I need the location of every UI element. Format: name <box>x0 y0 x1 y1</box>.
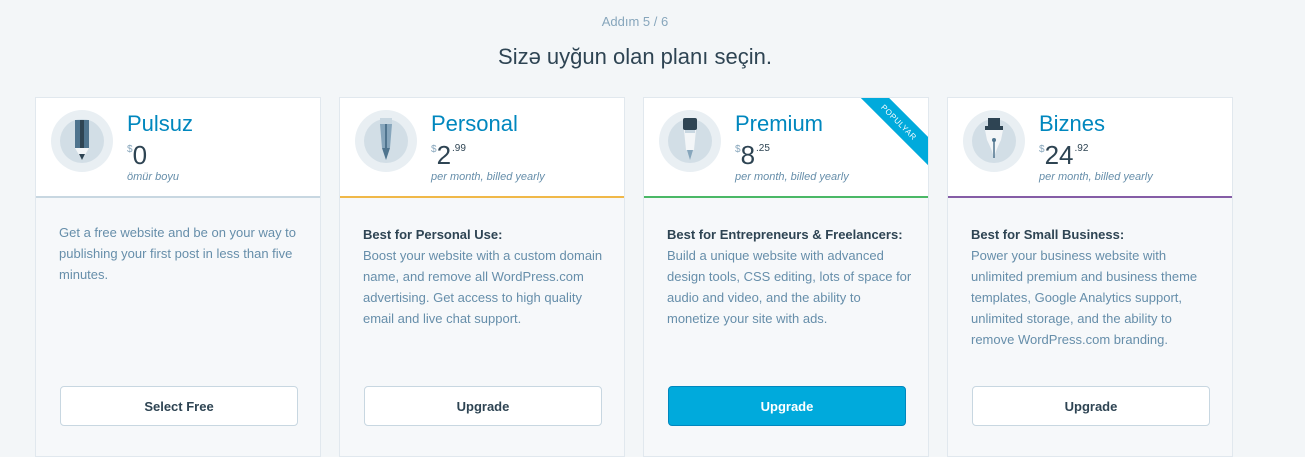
plan-period: per month, billed yearly <box>735 171 849 183</box>
plan-card-business: Biznes $24.92 per month, billed yearly B… <box>947 97 1233 457</box>
select-free-button[interactable]: Select Free <box>60 386 298 426</box>
plan-period: per month, billed yearly <box>431 171 545 183</box>
plan-name: Personal <box>431 111 518 136</box>
pencil-icon <box>51 110 113 172</box>
upgrade-business-button[interactable]: Upgrade <box>972 386 1210 426</box>
plan-description: Get a free website and be on your way to… <box>59 225 297 282</box>
plan-name: Biznes <box>1039 111 1106 136</box>
plan-card-personal: Personal $2.99 per month, billed yearly … <box>339 97 625 457</box>
plan-card-free: Pulsuz $0 ömür boyu Get a free website a… <box>35 97 321 457</box>
plan-description: Best for Small Business: Power your busi… <box>971 227 1198 347</box>
fountain-pen-icon <box>963 110 1025 172</box>
plan-card-premium: Premium $8.25 per month, billed yearly B… <box>643 97 929 457</box>
plan-header: Biznes $24.92 per month, billed yearly <box>948 98 1232 198</box>
upgrade-personal-button[interactable]: Upgrade <box>364 386 602 426</box>
pen-icon <box>355 110 417 172</box>
plan-description: Best for Entrepreneurs & Freelancers: Bu… <box>667 227 912 326</box>
plan-price: $0 <box>127 140 148 170</box>
plan-header: Personal $2.99 per month, billed yearly <box>340 98 624 198</box>
step-indicator: Addım 5 / 6 <box>601 14 669 29</box>
plan-description: Best for Personal Use: Boost your websit… <box>363 227 603 326</box>
marker-icon <box>659 110 721 172</box>
plan-price: $2.99 <box>431 140 466 170</box>
upgrade-premium-button[interactable]: Upgrade <box>668 386 906 426</box>
page-title: Sizə uyğun olan planı seçin. <box>498 44 772 69</box>
plan-price: $8.25 <box>735 140 770 170</box>
plan-period: ömür boyu <box>127 171 179 183</box>
plan-header: Pulsuz $0 ömür boyu <box>36 98 320 198</box>
plan-name: Pulsuz <box>127 111 194 136</box>
plan-period: per month, billed yearly <box>1039 171 1153 183</box>
plan-name: Premium <box>735 111 824 136</box>
plan-price: $24.92 <box>1039 140 1089 170</box>
